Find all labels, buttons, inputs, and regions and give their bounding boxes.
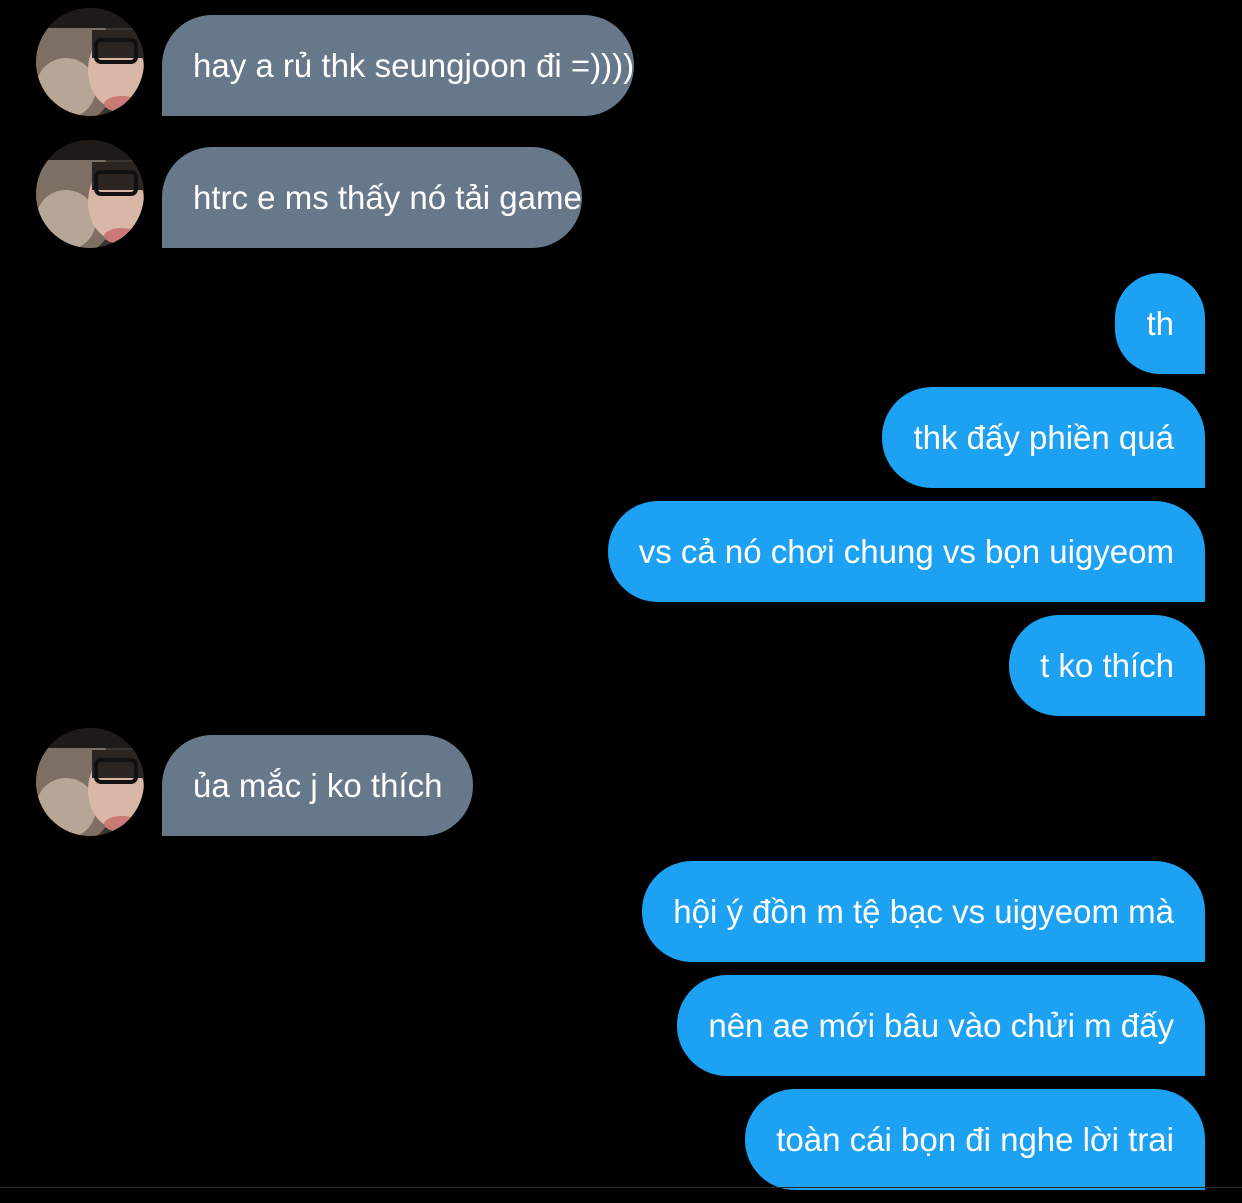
outgoing-message-bubble[interactable]: t ko thích	[1009, 615, 1205, 716]
message-text: t ko thích	[1040, 647, 1174, 684]
outgoing-message-bubble[interactable]: toàn cái bọn đi nghe lời trai	[745, 1089, 1205, 1190]
avatar[interactable]	[36, 728, 144, 836]
outgoing-message-bubble[interactable]: nên ae mới bâu vào chửi m đấy	[677, 975, 1205, 1076]
incoming-message-bubble[interactable]: ủa mắc j ko thích	[162, 735, 474, 836]
message-text: nên ae mới bâu vào chửi m đấy	[708, 1007, 1174, 1044]
message-thread: hay a rủ thk seungjoon đi =)))) htrc e m…	[0, 0, 1242, 1203]
message-text: thk đấy phiền quá	[913, 419, 1174, 456]
incoming-message-bubble[interactable]: htrc e ms thấy nó tải game	[162, 147, 582, 248]
avatar[interactable]	[36, 140, 144, 248]
message-text: ủa mắc j ko thích	[193, 767, 443, 804]
avatar-image	[36, 8, 144, 116]
message-text: hội ý đồn m tệ bạc vs uigyeom mà	[673, 893, 1174, 930]
message-text: th	[1146, 305, 1174, 342]
message-text: hay a rủ thk seungjoon đi =))))	[193, 47, 635, 84]
outgoing-message-bubble[interactable]: thk đấy phiền quá	[882, 387, 1205, 488]
message-text: toàn cái bọn đi nghe lời trai	[776, 1121, 1174, 1158]
avatar[interactable]	[36, 8, 144, 116]
avatar-image	[36, 140, 144, 248]
outgoing-message-bubble[interactable]: vs cả nó chơi chung vs bọn uigyeom	[607, 501, 1205, 602]
message-text: vs cả nó chơi chung vs bọn uigyeom	[638, 533, 1174, 570]
message-text: htrc e ms thấy nó tải game	[193, 179, 582, 216]
divider	[0, 1187, 1242, 1188]
avatar-image	[36, 728, 144, 836]
outgoing-message-bubble[interactable]: th	[1115, 273, 1205, 374]
outgoing-message-bubble[interactable]: hội ý đồn m tệ bạc vs uigyeom mà	[642, 861, 1205, 962]
incoming-message-bubble[interactable]: hay a rủ thk seungjoon đi =))))	[162, 15, 635, 116]
